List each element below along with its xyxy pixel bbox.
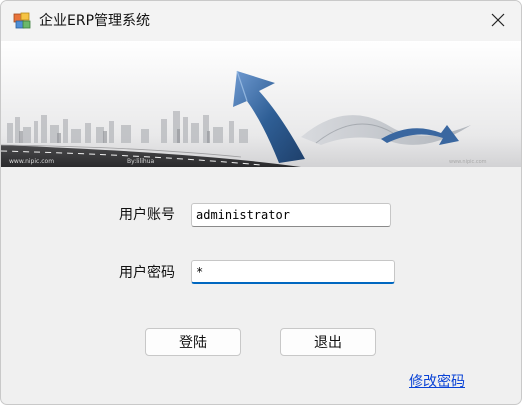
- banner-watermark-author: By:lilihua: [127, 158, 155, 165]
- window-title: 企业ERP管理系统: [39, 13, 151, 29]
- login-button[interactable]: 登陆: [145, 328, 241, 356]
- title-bar: 企业ERP管理系统: [1, 1, 521, 41]
- close-button[interactable]: [475, 1, 521, 41]
- banner-image: www.nipic.com By:lilihua www.nipic.com: [1, 41, 521, 167]
- password-label: 用户密码: [119, 265, 175, 281]
- change-password-link[interactable]: 修改密码: [409, 371, 465, 391]
- banner-watermark-right: www.nipic.com: [449, 159, 487, 165]
- app-icon: [13, 12, 31, 30]
- exit-button[interactable]: 退出: [280, 328, 376, 356]
- login-window: 企业ERP管理系统 www.nipic.com By:lilihua www.n…: [0, 0, 522, 405]
- banner-watermark-left: www.nipic.com: [9, 158, 54, 165]
- account-label: 用户账号: [119, 207, 175, 223]
- account-input[interactable]: [191, 203, 391, 227]
- password-input[interactable]: [191, 260, 395, 284]
- close-icon: [491, 12, 505, 31]
